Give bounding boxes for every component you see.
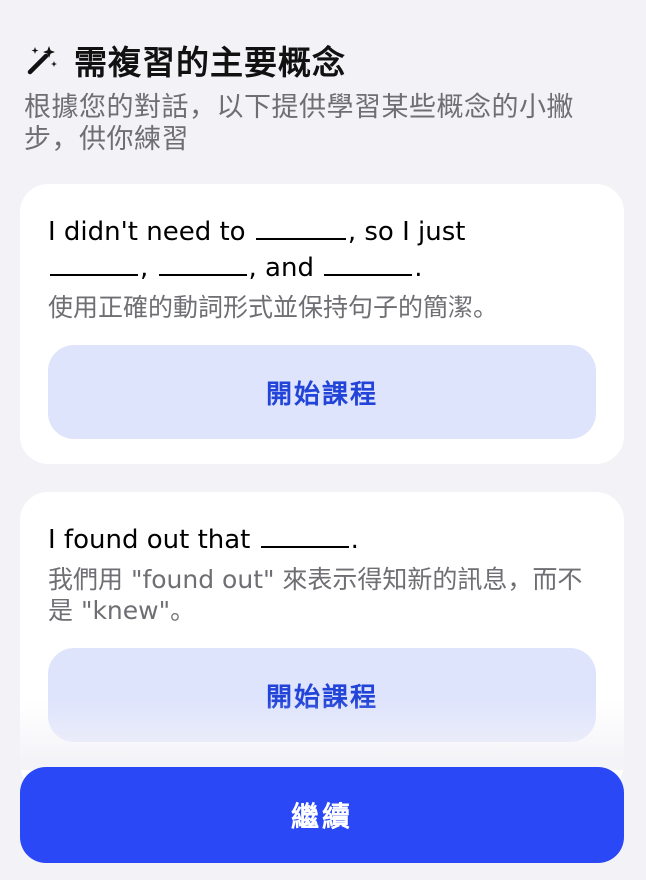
blank-slot (158, 254, 247, 276)
sentence-text: , so I just (347, 217, 466, 247)
start-lesson-button[interactable]: 開始課程 (48, 345, 596, 439)
concept-explanation: 我們用 "found out" 來表示得知新的訊息，而不是 "knew"。 (48, 565, 583, 625)
blank-slot (50, 254, 138, 276)
exercise-sentence: I didn't need to , so I just , , and . (48, 214, 596, 286)
sentence-text: . (414, 253, 423, 283)
blank-slot (324, 254, 413, 276)
scroll-fade-overlay (0, 700, 646, 770)
sentence-text: . (350, 525, 359, 555)
page-title: 需複習的主要概念 (74, 43, 346, 82)
sentence-text: , and (248, 253, 314, 283)
sentence-text: , (140, 253, 149, 283)
title-row: 需複習的主要概念 (24, 36, 622, 84)
page-subtitle: 根據您的對話，以下提供學習某些概念的小撇步，供你練習 (24, 92, 574, 155)
sentence-text: I found out that (48, 525, 251, 555)
exercise-sentence: I found out that . (48, 522, 596, 558)
magic-wand-icon (24, 42, 60, 78)
concept-explanation: 使用正確的動詞形式並保持句子的簡潔。 (48, 293, 499, 322)
header: 需複習的主要概念 根據您的對話，以下提供學習某些概念的小撇步，供你練習 (24, 36, 622, 156)
sentence-text: I didn't need to (48, 217, 246, 247)
continue-button[interactable]: 繼續 (20, 767, 624, 863)
blank-slot (255, 218, 346, 240)
blank-slot (260, 526, 349, 548)
concept-card: I didn't need to , so I just , , and . 使… (20, 184, 624, 464)
